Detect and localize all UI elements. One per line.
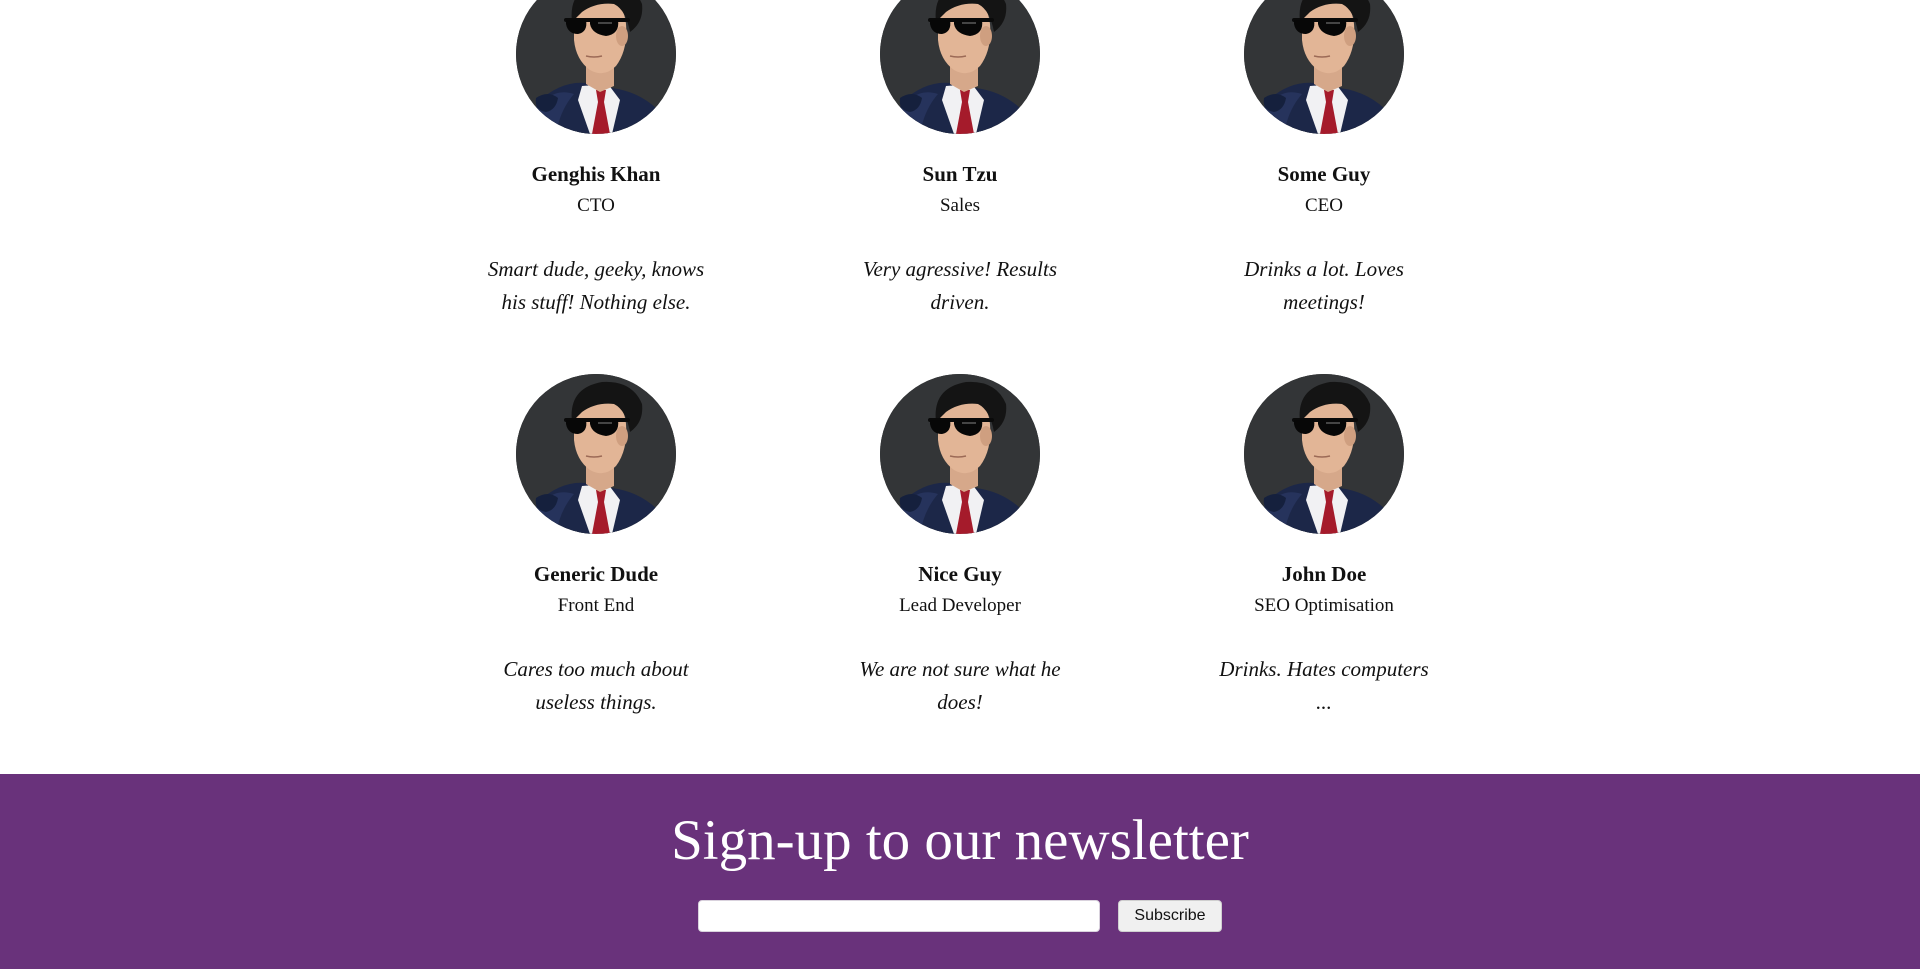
member-name: Genghis Khan [531, 162, 661, 186]
member-name: Some Guy [1277, 162, 1371, 186]
member-photo [516, 374, 676, 534]
member-bio: We are not sure what he does! [859, 657, 1061, 714]
member-role: Sales [939, 195, 981, 216]
member-role: SEO Optimisation [1254, 595, 1394, 616]
newsletter-title: Sign-up to our newsletter [671, 809, 1249, 872]
email-input[interactable] [698, 900, 1100, 932]
member-name: Sun Tzu [922, 162, 998, 186]
member-role: CEO [1305, 195, 1343, 216]
member-bio: Cares too much about useless things. [503, 657, 689, 714]
member-name: John Doe [1281, 562, 1367, 586]
member-bio: Smart dude, geeky, knows his stuff! Noth… [487, 257, 705, 314]
subscribe-button[interactable]: Subscribe [1118, 900, 1222, 932]
member-role: Front End [557, 595, 635, 616]
member-photo [1244, 374, 1404, 534]
member-bio: Very agressive! Results driven. [862, 257, 1057, 314]
team-section: Genghis Khan CTO Smart dude, geeky, know… [0, 0, 1920, 774]
member-name: Generic Dude [533, 562, 659, 586]
member-photo [880, 0, 1040, 134]
member-role: Lead Developer [899, 595, 1021, 616]
member-role: CTO [577, 195, 615, 216]
member-photo [1244, 0, 1404, 134]
member-bio: Drinks a lot. Loves meetings! [1244, 257, 1404, 314]
member-photo [516, 0, 676, 134]
member-photo [880, 374, 1040, 534]
member-bio: Drinks. Hates computers ... [1219, 657, 1429, 714]
newsletter-section: Sign-up to our newsletter Subscribe [0, 774, 1920, 969]
member-name: Nice Guy [918, 562, 1002, 586]
